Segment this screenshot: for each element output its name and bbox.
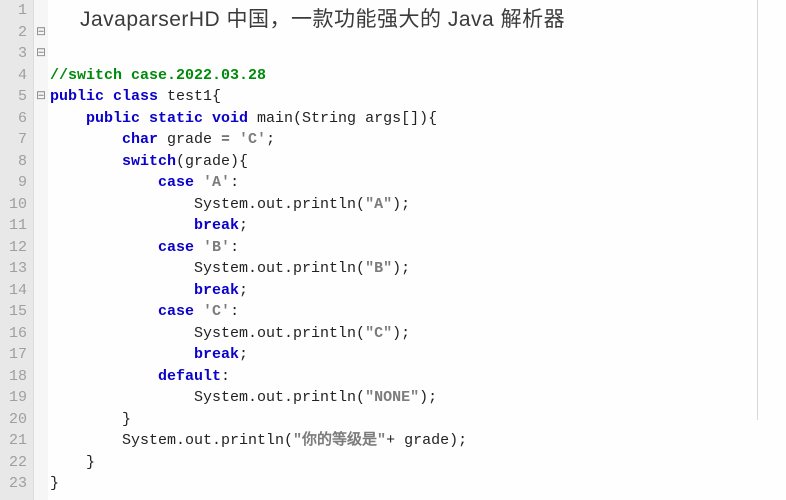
fold-column: ⊟⊟⊟	[34, 0, 48, 500]
code-line[interactable]: break;	[50, 344, 786, 366]
line-number: 19	[0, 387, 27, 409]
code-line[interactable]: default:	[50, 366, 786, 388]
line-number: 12	[0, 237, 27, 259]
code-line[interactable]	[50, 495, 786, 500]
line-number: 4	[0, 65, 27, 87]
right-margin-line	[757, 0, 758, 420]
fold-empty	[34, 344, 48, 366]
line-number: 17	[0, 344, 27, 366]
code-line[interactable]: System.out.println("C");	[50, 323, 786, 345]
code-line[interactable]: public static void main(String args[]){	[50, 108, 786, 130]
code-line[interactable]: }	[50, 452, 786, 474]
code-line[interactable]: char grade = 'C';	[50, 129, 786, 151]
code-line[interactable]: public class test1{	[50, 86, 786, 108]
code-line[interactable]: break;	[50, 215, 786, 237]
fold-empty	[34, 387, 48, 409]
line-number: 8	[0, 151, 27, 173]
code-line[interactable]: switch(grade){	[50, 151, 786, 173]
line-number: 7	[0, 129, 27, 151]
fold-empty	[34, 409, 48, 431]
fold-empty	[34, 215, 48, 237]
code-editor: 1234567891011121314151617181920212223 ⊟⊟…	[0, 0, 786, 500]
fold-empty	[34, 452, 48, 474]
code-line[interactable]: System.out.println("A");	[50, 194, 786, 216]
fold-empty	[34, 430, 48, 452]
code-line[interactable]: case 'B':	[50, 237, 786, 259]
fold-empty	[34, 323, 48, 345]
line-number: 5	[0, 86, 27, 108]
line-number: 14	[0, 280, 27, 302]
fold-empty	[34, 194, 48, 216]
line-number: 13	[0, 258, 27, 280]
code-line[interactable]: case 'C':	[50, 301, 786, 323]
fold-empty	[34, 65, 48, 87]
code-line[interactable]: System.out.println("你的等级是"+ grade);	[50, 430, 786, 452]
line-number: 11	[0, 215, 27, 237]
line-number: 2	[0, 22, 27, 44]
fold-empty	[34, 172, 48, 194]
fold-empty	[34, 473, 48, 495]
fold-toggle-icon[interactable]: ⊟	[34, 43, 48, 65]
fold-empty	[34, 237, 48, 259]
fold-empty	[34, 301, 48, 323]
fold-toggle-icon[interactable]: ⊟	[34, 22, 48, 44]
code-line[interactable]: }	[50, 473, 786, 495]
line-number-gutter: 1234567891011121314151617181920212223	[0, 0, 34, 500]
line-number: 10	[0, 194, 27, 216]
line-number: 9	[0, 172, 27, 194]
fold-toggle-icon[interactable]: ⊟	[34, 86, 48, 108]
fold-empty	[34, 258, 48, 280]
code-line[interactable]: System.out.println("B");	[50, 258, 786, 280]
code-line[interactable]: System.out.println("NONE");	[50, 387, 786, 409]
line-number: 22	[0, 452, 27, 474]
line-number: 1	[0, 0, 27, 22]
overlay-title: JavaparserHD 中国，一款功能强大的 Java 解析器	[80, 3, 565, 33]
line-number: 20	[0, 409, 27, 431]
line-number: 3	[0, 43, 27, 65]
fold-empty	[34, 366, 48, 388]
line-number: 23	[0, 473, 27, 495]
code-line[interactable]: break;	[50, 280, 786, 302]
line-number: 18	[0, 366, 27, 388]
fold-empty	[34, 129, 48, 151]
fold-empty	[34, 280, 48, 302]
line-number: 15	[0, 301, 27, 323]
fold-empty	[34, 0, 48, 22]
line-number: 21	[0, 430, 27, 452]
line-number: 16	[0, 323, 27, 345]
fold-empty	[34, 151, 48, 173]
fold-empty	[34, 108, 48, 130]
code-line[interactable]: //switch case.2022.03.28	[50, 65, 786, 87]
line-number: 6	[0, 108, 27, 130]
code-line[interactable]: }	[50, 409, 786, 431]
code-line[interactable]: case 'A':	[50, 172, 786, 194]
code-area[interactable]: //switch case.2022.03.28public class tes…	[48, 0, 786, 500]
